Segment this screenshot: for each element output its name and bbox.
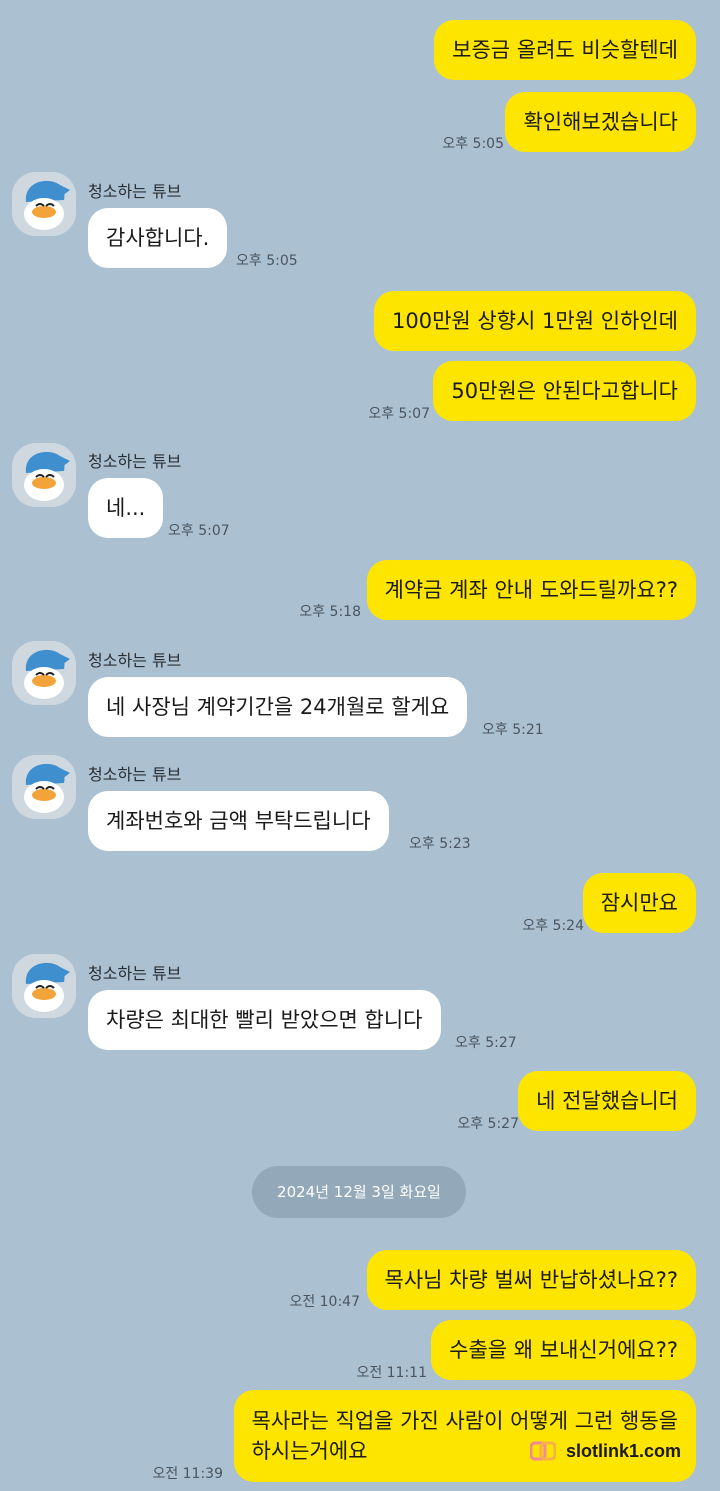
message-text: 잠시만요 bbox=[600, 891, 678, 915]
message-text: 목사님 차량 벌써 반납하셨나요?? bbox=[384, 1268, 678, 1292]
tube-duck-avatar-icon bbox=[12, 443, 76, 507]
my-message-bubble[interactable]: 계약금 계좌 안내 도와드릴까요?? bbox=[366, 560, 696, 620]
tube-duck-avatar-icon bbox=[12, 954, 76, 1018]
message-time: 오후 5:05 bbox=[442, 136, 504, 152]
tube-duck-avatar-icon bbox=[12, 755, 76, 819]
message-text: 네... bbox=[106, 496, 146, 520]
my-message-bubble[interactable]: 보증금 올려도 비슷할텐데 bbox=[434, 20, 696, 80]
message-time: 오후 5:18 bbox=[299, 604, 361, 620]
my-message-bubble[interactable]: 50만원은 안된다고합니다 bbox=[433, 361, 696, 421]
watermark-text: slotlink1.com bbox=[566, 1440, 682, 1461]
other-message-bubble[interactable]: 감사합니다. bbox=[88, 208, 228, 268]
avatar[interactable] bbox=[12, 641, 76, 705]
sender-name: 청소하는 튜브 bbox=[88, 651, 182, 670]
message-text: 100만원 상향시 1만원 인하인데 bbox=[392, 309, 678, 333]
my-message-bubble[interactable]: 100만원 상향시 1만원 인하인데 bbox=[374, 291, 696, 351]
avatar[interactable] bbox=[12, 172, 76, 236]
avatar[interactable] bbox=[12, 755, 76, 819]
sender-name: 청소하는 튜브 bbox=[88, 964, 182, 983]
other-message-bubble[interactable]: 계좌번호와 금액 부탁드립니다 bbox=[88, 791, 389, 851]
sender-name: 청소하는 튜브 bbox=[88, 765, 182, 784]
message-time: 오후 5:07 bbox=[368, 406, 430, 422]
avatar[interactable] bbox=[12, 954, 76, 1018]
message-text: 네 사장님 계약기간을 24개월로 할게요 bbox=[106, 695, 450, 719]
message-text: 확인해보겠습니다 bbox=[523, 110, 678, 134]
message-time: 오후 5:24 bbox=[522, 918, 584, 934]
message-time: 오전 11:11 bbox=[356, 1365, 427, 1381]
other-message-bubble[interactable]: 차량은 최대한 빨리 받았으면 합니다 bbox=[88, 990, 441, 1050]
watermark: slotlink1.com bbox=[530, 1436, 681, 1466]
message-time: 오후 5:21 bbox=[482, 722, 544, 738]
message-time: 오후 5:23 bbox=[409, 836, 471, 852]
other-message-bubble[interactable]: 네 사장님 계약기간을 24개월로 할게요 bbox=[88, 677, 468, 737]
message-time: 오전 11:39 bbox=[152, 1466, 223, 1482]
message-text: 계약금 계좌 안내 도와드릴까요?? bbox=[384, 578, 678, 602]
message-text: 계좌번호와 금액 부탁드립니다 bbox=[106, 809, 371, 833]
sender-name: 청소하는 튜브 bbox=[88, 182, 182, 201]
message-time: 오후 5:27 bbox=[455, 1035, 517, 1051]
tube-duck-avatar-icon bbox=[12, 641, 76, 705]
tube-duck-avatar-icon bbox=[12, 172, 76, 236]
message-time: 오후 5:27 bbox=[457, 1116, 519, 1132]
other-message-bubble[interactable]: 네... bbox=[88, 478, 164, 538]
my-message-bubble[interactable]: 네 전달했습니더 bbox=[518, 1071, 696, 1131]
message-text: 수출을 왜 보내신거에요?? bbox=[449, 1338, 678, 1362]
my-message-bubble[interactable]: 확인해보겠습니다 bbox=[505, 92, 696, 152]
message-text: 50만원은 안된다고합니다 bbox=[451, 379, 678, 403]
avatar[interactable] bbox=[12, 443, 76, 507]
my-message-bubble[interactable]: 잠시만요 bbox=[582, 873, 696, 933]
sender-name: 청소하는 튜브 bbox=[88, 452, 182, 471]
message-text: 네 전달했습니더 bbox=[536, 1089, 678, 1113]
message-text: 감사합니다. bbox=[106, 226, 210, 250]
message-text-line1: 목사라는 직업을 가진 사람이 어떻게 그런 행동을 bbox=[251, 1409, 678, 1433]
message-text: 보증금 올려도 비슷할텐데 bbox=[452, 38, 678, 62]
date-divider: 2024년 12월 3일 화요일 bbox=[252, 1166, 466, 1218]
message-text: 차량은 최대한 빨리 받았으면 합니다 bbox=[106, 1008, 423, 1032]
my-message-bubble[interactable]: 목사님 차량 벌써 반납하셨나요?? bbox=[366, 1250, 696, 1310]
message-time: 오후 5:07 bbox=[168, 523, 230, 539]
link-logo-icon bbox=[530, 1441, 556, 1461]
message-time: 오전 10:47 bbox=[289, 1294, 360, 1310]
my-message-bubble[interactable]: 수출을 왜 보내신거에요?? bbox=[431, 1320, 696, 1380]
message-time: 오후 5:05 bbox=[236, 253, 298, 269]
